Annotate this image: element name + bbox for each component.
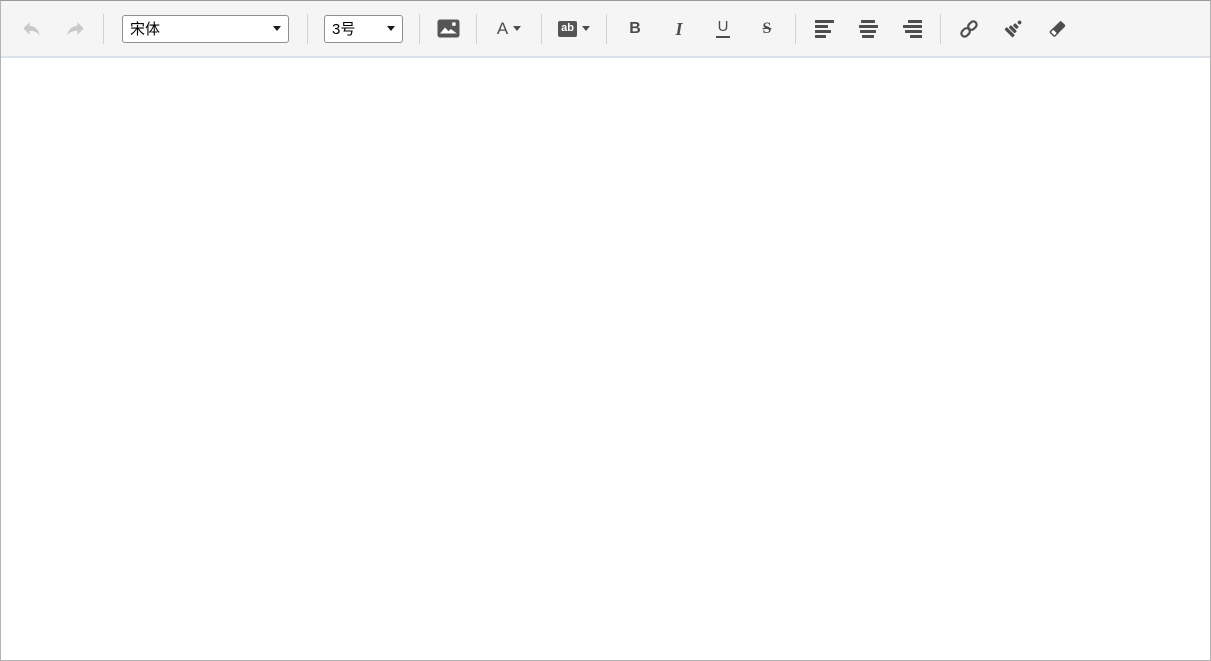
dropdown-caret-icon <box>387 26 395 31</box>
editor-content-area[interactable] <box>1 58 1210 660</box>
dropdown-caret-icon <box>581 26 590 31</box>
eraser-button[interactable] <box>1035 12 1079 46</box>
background-color-button[interactable]: ab <box>548 12 600 46</box>
underline-button[interactable]: U <box>701 12 745 46</box>
redo-icon <box>64 17 87 40</box>
brush-icon <box>1001 16 1026 41</box>
align-right-button[interactable] <box>890 12 934 46</box>
font-color-button[interactable]: A <box>483 12 535 46</box>
toolbar-separator <box>307 13 308 44</box>
undo-button[interactable] <box>9 12 53 46</box>
toolbar-separator <box>795 13 796 44</box>
toolbar-separator <box>476 13 477 44</box>
toolbar-separator <box>103 13 104 44</box>
align-center-button[interactable] <box>846 12 890 46</box>
format-brush-button[interactable] <box>991 12 1035 46</box>
rich-text-editor: 宋体 3号 A ab B I U S <box>0 0 1211 661</box>
align-left-icon <box>814 19 834 38</box>
font-color-label: A <box>496 19 509 38</box>
align-right-icon <box>902 19 922 38</box>
insert-image-button[interactable] <box>426 12 470 46</box>
italic-label: I <box>675 18 683 39</box>
font-size-select[interactable]: 3号 <box>324 14 403 43</box>
font-size-value: 3号 <box>332 21 356 38</box>
image-icon <box>437 19 460 38</box>
toolbar-separator <box>419 13 420 44</box>
undo-icon <box>20 17 43 40</box>
toolbar-separator <box>940 13 941 44</box>
align-left-button[interactable] <box>802 12 846 46</box>
align-center-icon <box>858 19 878 38</box>
dropdown-caret-icon <box>513 26 522 31</box>
dropdown-caret-icon <box>273 26 281 31</box>
font-family-value: 宋体 <box>130 21 161 38</box>
insert-link-button[interactable] <box>947 12 991 46</box>
underline-label: U <box>715 19 731 38</box>
redo-button[interactable] <box>53 12 97 46</box>
strikethrough-button[interactable]: S <box>745 12 789 46</box>
strikethrough-label: S <box>762 19 772 37</box>
toolbar-separator <box>541 13 542 44</box>
toolbar-separator <box>606 13 607 44</box>
link-icon <box>957 17 981 41</box>
font-family-select[interactable]: 宋体 <box>122 14 289 43</box>
editor-toolbar: 宋体 3号 A ab B I U S <box>1 1 1210 58</box>
bold-label: B <box>629 19 641 37</box>
bold-button[interactable]: B <box>613 12 657 46</box>
background-color-label: ab <box>558 20 577 37</box>
italic-button[interactable]: I <box>657 12 701 46</box>
eraser-icon <box>1045 16 1070 41</box>
